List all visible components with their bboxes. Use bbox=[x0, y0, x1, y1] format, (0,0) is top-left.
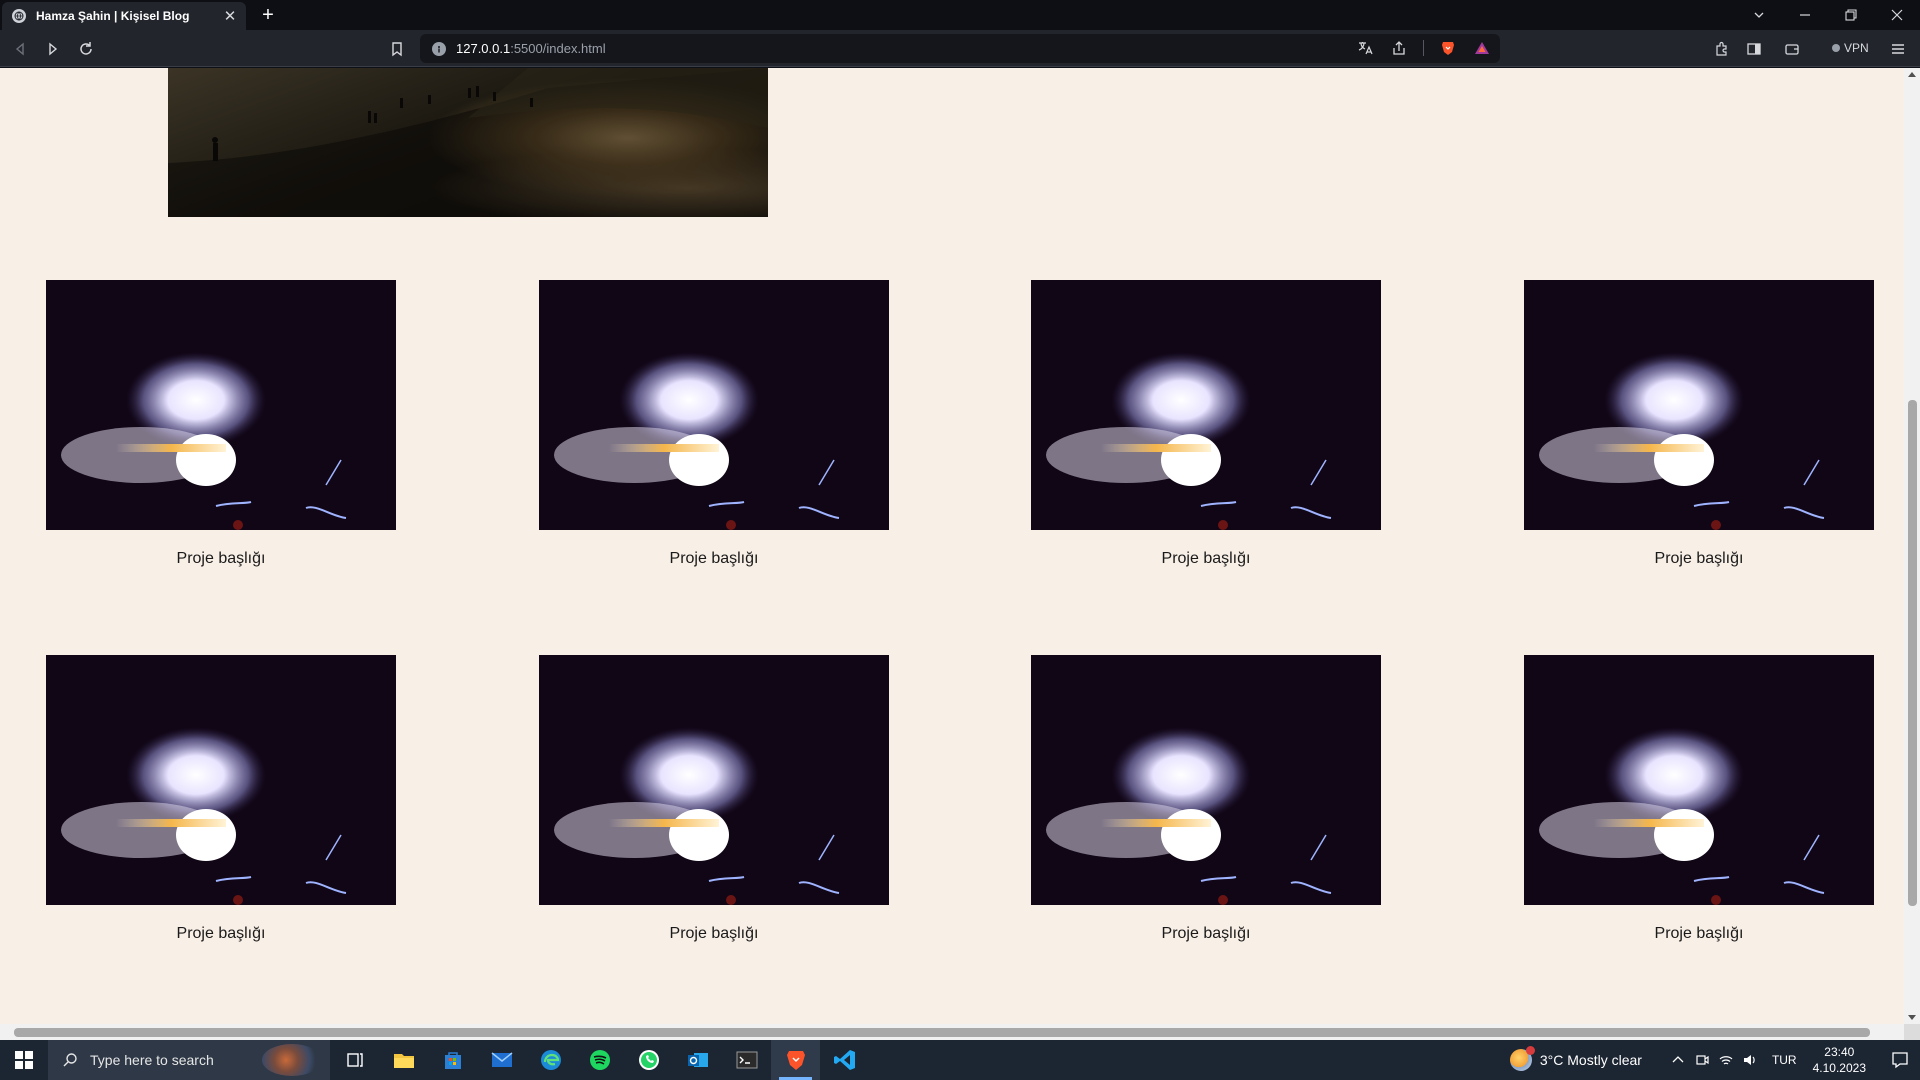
browser-tab-strip: Hamza Şahin | Kişisel Blog ✕ + bbox=[0, 0, 1920, 30]
project-title: Proje başlığı bbox=[1654, 550, 1744, 567]
windows-start-icon[interactable] bbox=[0, 1040, 48, 1080]
project-title: Proje başlığı bbox=[669, 550, 759, 567]
address-bar-actions bbox=[1355, 38, 1492, 58]
chevron-up-icon[interactable] bbox=[1666, 1040, 1690, 1080]
project-title: Proje başlığı bbox=[176, 550, 266, 567]
project-image[interactable] bbox=[1524, 280, 1874, 530]
bookmark-icon[interactable] bbox=[385, 37, 409, 61]
info-icon[interactable] bbox=[432, 41, 446, 56]
vpn-label: VPN bbox=[1844, 41, 1869, 55]
browser-toolbar: 127.0.0.1:5500/index.html VPN bbox=[0, 30, 1920, 67]
project-card[interactable]: Proje başlığı bbox=[46, 280, 396, 568]
brave-icon[interactable] bbox=[771, 1040, 820, 1080]
weather-text: 3°C Mostly clear bbox=[1539, 1052, 1642, 1068]
search-icon bbox=[63, 1053, 77, 1067]
reload-icon[interactable] bbox=[74, 37, 98, 61]
tab-title: Hamza Şahin | Kişisel Blog bbox=[36, 9, 190, 23]
outlook-icon[interactable] bbox=[673, 1040, 722, 1080]
scroll-down-arrow-icon[interactable] bbox=[1908, 1015, 1916, 1020]
volume-icon[interactable] bbox=[1738, 1040, 1762, 1080]
horizontal-scrollbar[interactable] bbox=[0, 1024, 1904, 1040]
restore-icon[interactable] bbox=[1828, 0, 1874, 30]
project-title: Proje başlığı bbox=[1161, 925, 1251, 942]
url-path: :5500/index.html bbox=[510, 41, 606, 56]
notification-icon[interactable] bbox=[1880, 1040, 1920, 1080]
horizontal-scrollbar-thumb[interactable] bbox=[14, 1028, 1870, 1037]
brave-lion-icon[interactable] bbox=[1438, 38, 1458, 58]
browser-tab[interactable]: Hamza Şahin | Kişisel Blog ✕ bbox=[2, 2, 246, 30]
globe-icon bbox=[12, 9, 26, 23]
project-image[interactable] bbox=[1031, 655, 1381, 905]
project-card[interactable]: Proje başlığı bbox=[1524, 280, 1874, 568]
project-card[interactable]: Proje başlığı bbox=[1031, 655, 1381, 943]
scroll-up-arrow-icon[interactable] bbox=[1908, 72, 1916, 77]
forward-arrow-icon[interactable] bbox=[41, 37, 65, 61]
tab-search-chevron-icon[interactable] bbox=[1736, 0, 1782, 30]
taskbar-search-box[interactable]: Type here to search bbox=[48, 1040, 330, 1080]
task-view-icon[interactable] bbox=[330, 1040, 379, 1080]
project-card[interactable]: Proje başlığı bbox=[1524, 655, 1874, 943]
hero-beach-image bbox=[168, 68, 768, 217]
project-title: Proje başlığı bbox=[1161, 550, 1251, 567]
minimize-icon[interactable] bbox=[1782, 0, 1828, 30]
address-bar[interactable]: 127.0.0.1:5500/index.html bbox=[420, 34, 1500, 63]
weather-widget[interactable]: 3°C Mostly clear bbox=[1509, 1046, 1642, 1071]
file-explorer-icon[interactable] bbox=[379, 1040, 428, 1080]
project-image[interactable] bbox=[539, 280, 889, 530]
edge-icon[interactable] bbox=[526, 1040, 575, 1080]
url-host: 127.0.0.1 bbox=[456, 41, 511, 56]
close-window-icon[interactable] bbox=[1874, 0, 1920, 30]
page-viewport: Proje başlığı Proje başlığı Proje başlığ… bbox=[0, 68, 1904, 1024]
vertical-scrollbar-thumb[interactable] bbox=[1908, 400, 1917, 906]
sidebar-icon[interactable] bbox=[1742, 37, 1766, 61]
vscode-icon[interactable] bbox=[820, 1040, 869, 1080]
wifi-icon[interactable] bbox=[1714, 1040, 1738, 1080]
weather-moon-cloud-icon bbox=[1509, 1046, 1535, 1071]
system-tray: 3°C Mostly clear TUR 23:40 4.10.2023 bbox=[1509, 1040, 1920, 1080]
clock-time: 23:40 bbox=[1824, 1045, 1855, 1059]
microsoft-store-icon[interactable] bbox=[428, 1040, 477, 1080]
close-icon[interactable]: ✕ bbox=[222, 7, 238, 25]
url-text[interactable]: 127.0.0.1:5500/index.html bbox=[456, 41, 606, 56]
spotify-icon[interactable] bbox=[575, 1040, 624, 1080]
windows-taskbar: Type here to search 3°C Mostly clear TUR… bbox=[0, 1040, 1920, 1080]
vpn-button[interactable]: VPN bbox=[1826, 37, 1875, 59]
clock[interactable]: 23:40 4.10.2023 bbox=[1813, 1044, 1866, 1076]
clock-date: 4.10.2023 bbox=[1812, 1061, 1866, 1075]
project-image[interactable] bbox=[1524, 655, 1874, 905]
vertical-scrollbar[interactable] bbox=[1904, 68, 1920, 1024]
wallet-icon[interactable] bbox=[1780, 37, 1804, 61]
mail-icon[interactable] bbox=[477, 1040, 526, 1080]
search-placeholder: Type here to search bbox=[90, 1052, 214, 1068]
project-card[interactable]: Proje başlığı bbox=[46, 655, 396, 943]
whatsapp-icon[interactable] bbox=[624, 1040, 673, 1080]
weather-alert-badge bbox=[1525, 1046, 1535, 1055]
input-language[interactable]: TUR bbox=[1772, 1053, 1797, 1067]
project-card[interactable]: Proje başlığı bbox=[1031, 280, 1381, 568]
vpn-status-icon bbox=[1832, 44, 1840, 52]
puzzle-icon[interactable] bbox=[1710, 37, 1734, 61]
project-card[interactable]: Proje başlığı bbox=[539, 655, 889, 943]
separator bbox=[1423, 40, 1424, 56]
project-card[interactable]: Proje başlığı bbox=[539, 280, 889, 568]
project-title: Proje başlığı bbox=[1654, 925, 1744, 942]
project-image[interactable] bbox=[46, 655, 396, 905]
rewards-triangle-icon[interactable] bbox=[1472, 38, 1492, 58]
project-title: Proje başlığı bbox=[176, 925, 266, 942]
meet-now-icon[interactable] bbox=[1690, 1040, 1714, 1080]
search-highlight-art-icon bbox=[262, 1044, 322, 1076]
plus-icon[interactable]: + bbox=[256, 3, 280, 27]
share-icon[interactable] bbox=[1389, 38, 1409, 58]
translate-icon[interactable] bbox=[1355, 38, 1375, 58]
back-arrow-icon[interactable] bbox=[8, 37, 32, 61]
hamburger-icon[interactable] bbox=[1886, 37, 1910, 61]
project-title: Proje başlığı bbox=[669, 925, 759, 942]
scrollbar-corner bbox=[1904, 1024, 1920, 1040]
terminal-icon[interactable] bbox=[722, 1040, 771, 1080]
project-image[interactable] bbox=[539, 655, 889, 905]
project-image[interactable] bbox=[46, 280, 396, 530]
project-image[interactable] bbox=[1031, 280, 1381, 530]
